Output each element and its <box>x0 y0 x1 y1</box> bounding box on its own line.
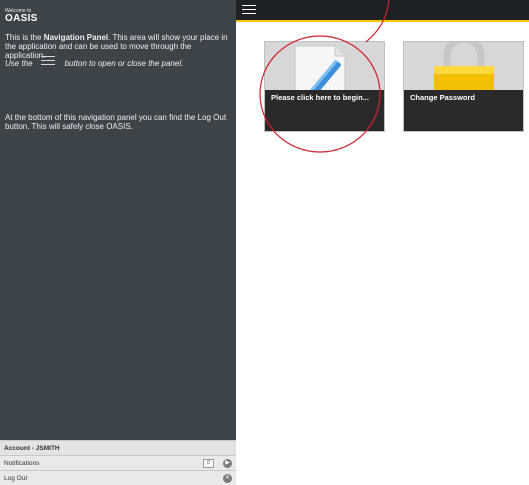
app-name: OASIS <box>5 13 38 24</box>
logout-hint: At the bottom of this navigation panel y… <box>5 113 227 131</box>
notifications-label: Notifications <box>4 459 40 467</box>
app-root: Welcome to OASIS This is the Navigation … <box>0 0 529 485</box>
begin-tile-label: Please click here to begin... <box>265 90 384 131</box>
change-password-label: Change Password <box>404 90 523 131</box>
logout-row[interactable]: Log Out ✕ <box>0 470 236 485</box>
hamburger-icon <box>39 54 59 66</box>
top-bar <box>236 0 529 22</box>
hint-prefix: Use the <box>5 59 33 69</box>
account-label: Account - JSMITH <box>4 444 60 452</box>
change-password-tile[interactable]: Change Password <box>403 41 524 132</box>
hamburger-line <box>242 5 256 6</box>
logout-label: Log Out <box>4 474 28 482</box>
arrow-right-icon[interactable]: ▶ <box>223 459 232 468</box>
account-row[interactable]: Account - JSMITH <box>0 440 236 455</box>
desc-prefix: This is the <box>5 33 44 42</box>
begin-tile[interactable]: Please click here to begin... <box>264 41 385 132</box>
hint-suffix: button to open or close the panel. <box>64 59 184 69</box>
navigation-panel: Welcome to OASIS This is the Navigation … <box>0 0 236 485</box>
desc-bold: Navigation Panel <box>43 33 109 42</box>
menu-button-hint: Use the button to open or close the panel… <box>5 56 233 70</box>
padlock-icon <box>404 42 523 92</box>
close-icon[interactable]: ✕ <box>223 474 232 483</box>
hamburger-line <box>242 9 256 10</box>
notifications-row[interactable]: Notifications 0 ▶ <box>0 455 236 470</box>
sidebar-footer: Account - JSMITH Notifications 0 ▶ Log O… <box>0 440 236 485</box>
notifications-count-badge: 0 <box>203 459 214 468</box>
hamburger-line <box>242 13 256 14</box>
hamburger-menu-button[interactable] <box>242 4 256 16</box>
pencil-document-icon <box>265 42 384 92</box>
